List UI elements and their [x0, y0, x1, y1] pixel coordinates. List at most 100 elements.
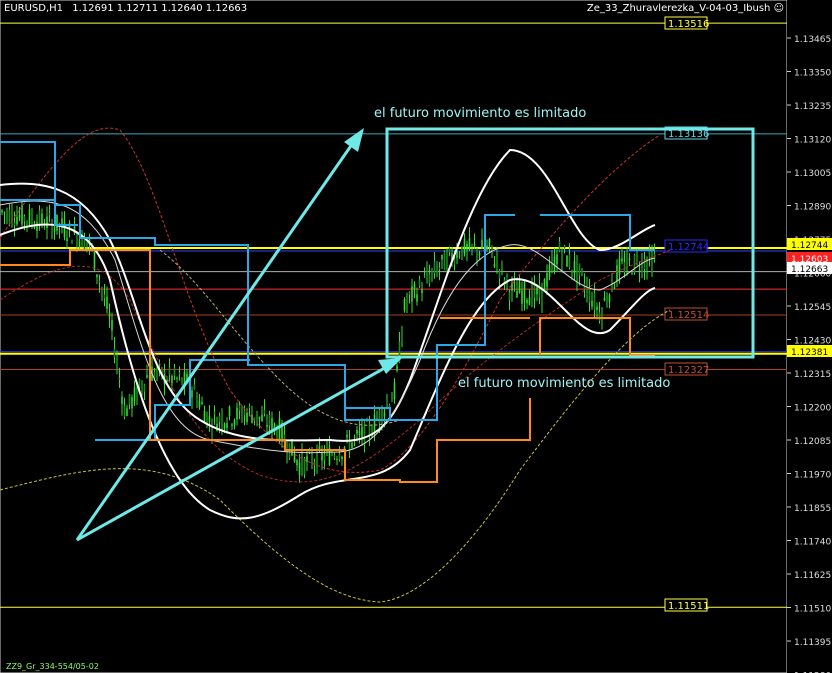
- candle-body: [233, 419, 236, 425]
- candle-body: [536, 287, 538, 295]
- candle-body: [223, 423, 226, 430]
- annotation-bottom: el futuro movimiento es limitado: [458, 376, 671, 391]
- candle-body: [568, 254, 571, 268]
- candle-body: [96, 274, 98, 278]
- candle-body: [481, 239, 483, 249]
- candle-body: [181, 378, 183, 384]
- candle-body: [353, 436, 356, 438]
- price-axis[interactable]: 1.13465 1.13350 1.13235 1.13120 1.13005 1.128…: [787, 0, 832, 673]
- axis-tick-label: 1.11510: [794, 605, 831, 615]
- candle-body: [31, 216, 33, 222]
- axis-tick-label: 1.13235: [794, 102, 831, 112]
- candle-body: [446, 253, 448, 272]
- candle-body: [38, 210, 41, 225]
- candle-body: [401, 332, 403, 340]
- candle-body: [278, 418, 281, 442]
- candle-body: [408, 292, 411, 295]
- candle-body: [521, 290, 523, 304]
- candle-body: [508, 292, 511, 301]
- axis-tick-label: 1.13465: [794, 35, 831, 45]
- candle-body: [378, 409, 381, 424]
- candle-body: [26, 221, 28, 223]
- candle-body: [303, 458, 306, 475]
- candle-body: [518, 281, 521, 293]
- axis-tick-label: 1.12085: [794, 437, 831, 447]
- candle-body: [463, 238, 466, 255]
- candle-body: [628, 258, 631, 261]
- candle-body: [528, 297, 531, 306]
- candle-body: [336, 459, 338, 461]
- candle-body: [593, 293, 596, 310]
- candle-body: [263, 409, 266, 414]
- axis-tick-label: 1.11970: [794, 471, 831, 481]
- candle-body: [171, 375, 173, 384]
- candle-body: [221, 416, 223, 427]
- candle-body: [526, 299, 528, 304]
- indicator-info: Ze_33_Zhuravlerezka_V-04-03_Ibush ☺: [587, 3, 784, 14]
- axis-tick-label: 1.13005: [794, 169, 831, 179]
- candle-body: [396, 365, 398, 371]
- axis-tick-label: 1.12315: [794, 370, 831, 380]
- candle-body: [18, 214, 21, 218]
- axis-tick-label: 1.12545: [794, 303, 831, 313]
- candle-body: [361, 426, 363, 438]
- axis-tick-label: 1.11740: [794, 538, 831, 548]
- candle-body: [173, 367, 176, 377]
- candle-body: [211, 428, 213, 433]
- candle-body: [321, 452, 323, 461]
- candle-body: [258, 416, 261, 420]
- candle-body: [591, 300, 593, 307]
- candle-body: [201, 402, 203, 404]
- price-tag-label: 1.12663: [791, 265, 828, 275]
- candle-body: [28, 209, 31, 225]
- level-label: 1.13136: [668, 129, 709, 140]
- candle-body: [193, 384, 196, 390]
- candle-body: [191, 390, 193, 398]
- candle-body: [36, 222, 38, 231]
- candle-body: [331, 453, 333, 455]
- candle-body: [418, 279, 421, 287]
- candle-body: [241, 414, 243, 420]
- candle-body: [98, 280, 101, 283]
- price-chart[interactable]: 1.13516 1.13136 1.12744 1.12514 1.12327 1.115…: [0, 0, 832, 673]
- candle-body: [213, 411, 216, 415]
- candle-body: [33, 226, 36, 229]
- candle-body: [143, 384, 146, 392]
- candle-body: [93, 251, 96, 271]
- candle-body: [333, 455, 336, 459]
- candle-body: [458, 255, 461, 257]
- candle-body: [276, 430, 278, 438]
- candle-body: [573, 261, 576, 274]
- axis-tick-label: 1.12890: [794, 203, 831, 213]
- candle-body: [123, 405, 126, 418]
- candle-body: [156, 368, 158, 374]
- candle-body: [268, 415, 271, 426]
- candle-body: [498, 270, 501, 279]
- candle-body: [3, 212, 6, 214]
- candle-body: [551, 260, 553, 263]
- candle-body: [618, 257, 621, 275]
- candle-body: [128, 394, 131, 405]
- ohlc-values: 1.12691 1.12711 1.12640 1.12663: [72, 3, 248, 14]
- candle-body: [21, 205, 23, 225]
- candle-body: [533, 283, 536, 298]
- candle-body: [346, 434, 348, 438]
- candle-body: [488, 238, 491, 246]
- candle-body: [66, 238, 68, 242]
- candle-body: [511, 282, 513, 291]
- candle-body: [16, 216, 18, 225]
- axis-tick-label: 1.11855: [794, 504, 831, 514]
- candle-body: [176, 377, 178, 379]
- chart-frame: [0, 0, 788, 673]
- candle-body: [443, 251, 446, 271]
- level-label: 1.12514: [668, 310, 709, 321]
- candle-body: [403, 299, 406, 311]
- level-label: 1.13516: [668, 19, 709, 30]
- candle-body: [248, 405, 251, 408]
- candle-body: [493, 264, 496, 267]
- candle-body: [603, 297, 606, 301]
- candle-body: [131, 397, 133, 409]
- candle-body: [23, 216, 26, 222]
- candle-body: [13, 222, 16, 226]
- candle-body: [606, 302, 608, 305]
